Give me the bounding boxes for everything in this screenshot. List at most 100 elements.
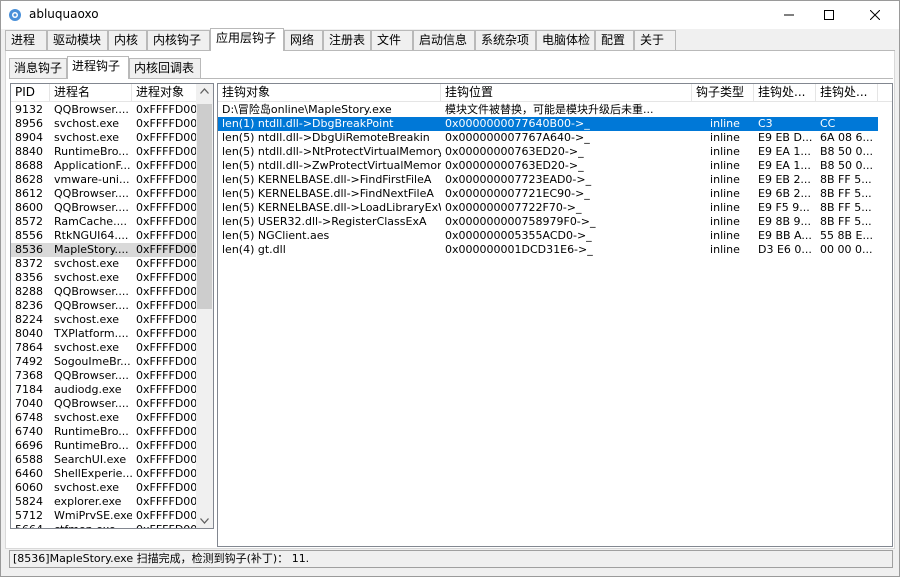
process-object-cell: 0xFFFFD00... [136, 257, 197, 270]
hook-location-cell: 0x000000007723EAD0->_ [445, 173, 592, 186]
process-name-cell: QQBrowser.... [54, 187, 129, 200]
subtab-message-hooks[interactable]: 消息钩子 [9, 58, 67, 78]
hook-row[interactable]: len(5) ntdll.dll->ZwProtectVirtualMemory… [218, 159, 878, 173]
process-row[interactable]: 7368 QQBrowser.... 0xFFFFD00... [11, 369, 197, 383]
process-row[interactable]: 7040 QQBrowser.... 0xFFFFD00... [11, 397, 197, 411]
hook-object-cell: len(5) NGClient.aes [222, 229, 330, 242]
subtab-process-hooks[interactable]: 进程钩子 [67, 56, 129, 79]
process-row[interactable]: 7864 svchost.exe 0xFFFFD00... [11, 341, 197, 355]
process-row[interactable]: 5824 explorer.exe 0xFFFFD00... [11, 495, 197, 509]
tab-registry[interactable]: 注册表 [323, 30, 371, 50]
process-list[interactable]: PID 进程名 进程对象 9132 QQBrowser.... 0xFFFFD00.… [10, 83, 214, 529]
process-row[interactable]: 6460 ShellExperie... 0xFFFFD00... [11, 467, 197, 481]
hook-row[interactable]: len(5) KERNELBASE.dll->FindFirstFileA 0x0… [218, 173, 878, 187]
maximize-button[interactable] [807, 1, 851, 29]
column-header-pid[interactable]: PID [11, 84, 50, 102]
process-row[interactable]: 8356 svchost.exe 0xFFFFD00... [11, 271, 197, 285]
process-row[interactable]: 8688 ApplicationF... 0xFFFFD00... [11, 159, 197, 173]
process-row[interactable]: 9132 QQBrowser.... 0xFFFFD00... [11, 103, 197, 117]
process-row[interactable]: 8288 QQBrowser.... 0xFFFFD00... [11, 285, 197, 299]
process-object-cell: 0xFFFFD00... [136, 243, 197, 256]
process-row[interactable]: 8572 RamCache.... 0xFFFFD00... [11, 215, 197, 229]
process-object-cell: 0xFFFFD00... [132, 523, 197, 528]
tab-system-misc[interactable]: 系统杂项 [475, 30, 536, 50]
hook-current-bytes-cell: E9 EA 1... [758, 145, 811, 158]
hook-row[interactable]: len(1) ntdll.dll->DbgBreakPoint 0x0000000… [218, 117, 878, 131]
process-object-cell: 0xFFFFD00... [136, 383, 197, 396]
tab-about[interactable]: 关于 [634, 30, 676, 50]
process-row[interactable]: 8840 RuntimeBro... 0xFFFFD00... [11, 145, 197, 159]
hook-list[interactable]: 挂钩对象 挂钩位置 钩子类型 挂钩处... 挂钩处... D:\冒险岛onlin… [217, 83, 893, 547]
column-header-process-object[interactable]: 进程对象 [132, 84, 197, 102]
process-row[interactable]: 6696 RuntimeBro... 0xFFFFD00... [11, 439, 197, 453]
tab-network[interactable]: 网络 [284, 30, 323, 50]
hook-row[interactable]: len(5) KERNELBASE.dll->LoadLibraryExW 0x0… [218, 201, 878, 215]
tab-startup-info[interactable]: 启动信息 [413, 30, 475, 50]
tab-kernel[interactable]: 内核 [108, 30, 147, 50]
process-row[interactable]: 8904 svchost.exe 0xFFFFD00... [11, 131, 197, 145]
hook-row[interactable]: len(5) ntdll.dll->DbgUiRemoteBreakin 0x00… [218, 131, 878, 145]
process-row[interactable]: 6748 svchost.exe 0xFFFFD00... [11, 411, 197, 425]
tab-config[interactable]: 配置 [595, 30, 634, 50]
process-object-cell: 0xFFFFD00... [136, 229, 197, 242]
hook-row[interactable]: len(5) USER32.dll->RegisterClassExA 0x000… [218, 215, 878, 229]
hook-current-bytes-cell: E9 EB D... [758, 131, 813, 144]
hook-location-cell: 0x000000000758979F0->_ [445, 215, 596, 228]
hook-row[interactable]: D:\冒险岛online\MapleStory.exe 模块文件被替换，可能是模块… [218, 103, 878, 117]
close-button[interactable] [853, 1, 897, 29]
column-header-process-name[interactable]: 进程名 [50, 84, 132, 102]
process-row[interactable]: 8628 vmware-uni... 0xFFFFD00... [11, 173, 197, 187]
process-row[interactable]: 8612 QQBrowser.... 0xFFFFD00... [11, 187, 197, 201]
process-row[interactable]: 8224 svchost.exe 0xFFFFD00... [11, 313, 197, 327]
process-list-scrollbar[interactable] [196, 84, 213, 528]
column-header-hook-current[interactable]: 挂钩处... [754, 84, 816, 102]
column-header-hook-original[interactable]: 挂钩处... [816, 84, 878, 102]
hook-object-cell: len(5) ntdll.dll->DbgUiRemoteBreakin [222, 131, 430, 144]
hook-row[interactable]: len(5) KERNELBASE.dll->FindNextFileA 0x00… [218, 187, 878, 201]
process-row[interactable]: 8372 svchost.exe 0xFFFFD00... [11, 257, 197, 271]
hook-row[interactable]: len(5) NGClient.aes 0x000000005355ACD0->_… [218, 229, 878, 243]
process-row[interactable]: 8600 QQBrowser.... 0xFFFFD00... [11, 201, 197, 215]
hook-row[interactable]: len(5) ntdll.dll->NtProtectVirtualMemory… [218, 145, 878, 159]
chevron-down-icon[interactable] [200, 518, 209, 524]
pid-cell: 8904 [15, 131, 43, 144]
chevron-up-icon[interactable] [200, 88, 209, 94]
tab-app-hooks[interactable]: 应用层钩子 [210, 28, 284, 51]
process-row[interactable]: 6060 svchost.exe 0xFFFFD00... [11, 481, 197, 495]
hook-list-header: 挂钩对象 挂钩位置 钩子类型 挂钩处... 挂钩处... [218, 84, 892, 102]
process-name-cell: QQBrowser.... [54, 103, 129, 116]
tab-driver-modules[interactable]: 驱动模块 [47, 30, 108, 50]
title-bar[interactable]: abluquaoxo [1, 1, 899, 29]
process-row[interactable]: 8956 svchost.exe 0xFFFFD00... [11, 117, 197, 131]
process-row[interactable]: 6588 SearchUI.exe 0xFFFFD00... [11, 453, 197, 467]
tab-pc-checkup[interactable]: 电脑体检 [536, 30, 595, 50]
process-object-cell: 0xFFFFD00... [136, 397, 197, 410]
column-header-hook-type[interactable]: 钩子类型 [692, 84, 754, 102]
tab-files[interactable]: 文件 [371, 30, 413, 50]
pid-cell: 6060 [15, 481, 43, 494]
tab-kernel-hooks[interactable]: 内核钩子 [147, 30, 210, 50]
hook-original-bytes-cell: CC [820, 117, 836, 130]
process-row[interactable]: 8536 MapleStory.... 0xFFFFD00... [11, 243, 197, 257]
process-name-cell: svchost.exe [54, 313, 120, 326]
tab-process[interactable]: 进程 [5, 30, 47, 50]
column-header-hook-location[interactable]: 挂钩位置 [441, 84, 692, 102]
process-row[interactable]: 8556 RtkNGUI64.... 0xFFFFD00... [11, 229, 197, 243]
process-name-cell: RtkNGUI64.... [54, 229, 129, 242]
column-header-hook-object[interactable]: 挂钩对象 [218, 84, 441, 102]
process-row[interactable]: 7492 SogouImeBr... 0xFFFFD00... [11, 355, 197, 369]
process-row[interactable]: 8236 QQBrowser.... 0xFFFFD00... [11, 299, 197, 313]
process-row[interactable]: 7184 audiodg.exe 0xFFFFD00... [11, 383, 197, 397]
hook-type-cell: inline [710, 229, 740, 242]
process-row[interactable]: 5712 WmiPrvSE.exe 0xFFFFD00... [11, 509, 197, 523]
window-title: abluquaoxo [29, 7, 99, 21]
process-row[interactable]: 6740 RuntimeBro... 0xFFFFD00... [11, 425, 197, 439]
process-list-scroll-thumb[interactable] [197, 104, 212, 309]
subtab-kernel-callbacks[interactable]: 内核回调表 [129, 58, 201, 78]
process-row[interactable]: 5664ctfmon.exe0xFFFFD00... [11, 523, 197, 528]
process-list-header: PID 进程名 进程对象 [11, 84, 197, 102]
hook-row[interactable]: len(4) gt.dll 0x000000001DCD31E6->_ inline… [218, 243, 878, 257]
process-row[interactable]: 8040 TXPlatform.... 0xFFFFD00... [11, 327, 197, 341]
process-object-cell: 0xFFFFD00... [136, 509, 197, 522]
minimize-button[interactable] [767, 1, 811, 29]
